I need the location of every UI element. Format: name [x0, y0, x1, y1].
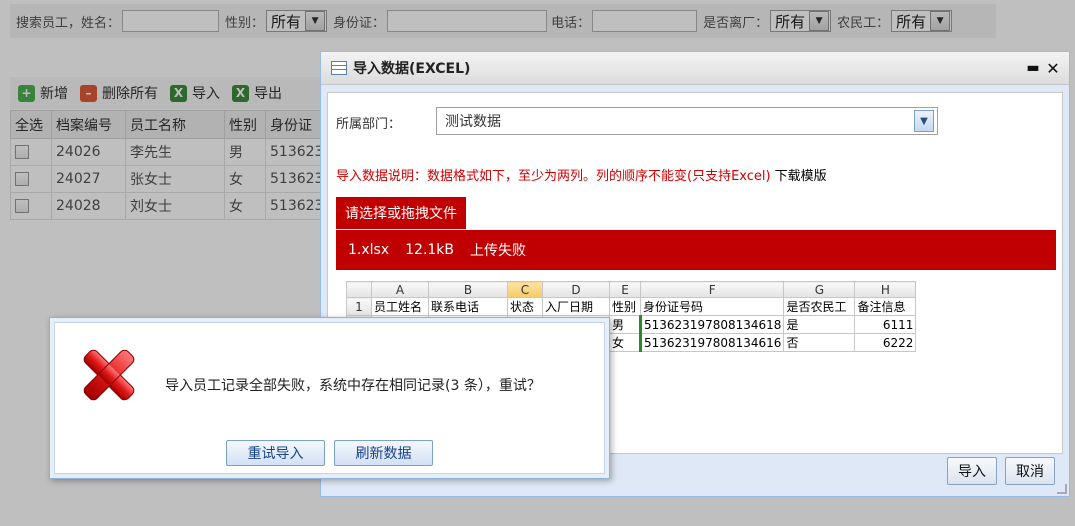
resize-handle[interactable] [1057, 484, 1067, 494]
table-icon [331, 61, 347, 75]
spreadsheet-row: 1 员工姓名 联系电话 状态 入厂日期 性别 身份证号码 是否农民工 备注信息 [346, 297, 917, 316]
dept-select[interactable]: 测试数据 ▼ [436, 107, 938, 135]
pick-file-button[interactable]: 请选择或拖拽文件 [336, 197, 466, 229]
upload-status-bar: 1.xlsx 12.1kB 上传失败 [336, 230, 1056, 270]
spreadsheet-cell: 513623197808134618 [638, 315, 785, 334]
import-notice-text: 导入数据说明：数据格式如下，至少为两列。列的顺序不能变(只支持Excel) [336, 169, 771, 184]
spreadsheet-cell: 身份证号码 [639, 297, 785, 316]
spreadsheet-col-letter: H [854, 281, 917, 298]
close-icon[interactable]: ✕ [1043, 59, 1063, 78]
spreadsheet-row-number: 1 [346, 297, 372, 316]
error-icon [83, 349, 135, 401]
spreadsheet-col-letter: F [639, 281, 785, 298]
spreadsheet-cell: 女 [609, 333, 641, 352]
dept-label: 所属部门： [336, 117, 402, 132]
spreadsheet-cell: 状态 [507, 297, 543, 316]
chevron-down-icon: ▼ [914, 110, 934, 132]
spreadsheet-col-letter: C [507, 281, 543, 298]
upload-file-size: 12.1kB [405, 242, 455, 258]
spreadsheet-cell: 是否农民工 [783, 297, 856, 316]
import-confirm-button[interactable]: 导入 [947, 457, 997, 485]
spreadsheet-cell: 6222 [854, 333, 917, 352]
import-window-title: 导入数据(EXCEL) [353, 61, 471, 77]
error-dialog: 导入员工记录全部失败，系统中存在相同记录(3 条），重试？ 重试导入 刷新数据 [49, 317, 610, 479]
error-message: 导入员工记录全部失败，系统中存在相同记录(3 条），重试？ [165, 378, 541, 394]
cancel-button[interactable]: 取消 [1005, 457, 1055, 485]
spreadsheet-cell: 员工姓名 [371, 297, 429, 316]
maximize-icon[interactable]: ▬ [1023, 60, 1043, 76]
spreadsheet-cell: 备注信息 [854, 297, 917, 316]
download-template-link[interactable]: 下载模版 [775, 169, 827, 184]
spreadsheet-cell: 是 [783, 315, 856, 334]
import-notice: 导入数据说明：数据格式如下，至少为两列。列的顺序不能变(只支持Excel) 下载模… [336, 165, 827, 184]
spreadsheet-column-header-row: A B C D E F G H [346, 281, 917, 298]
spreadsheet-cell: 否 [783, 333, 856, 352]
upload-status: 上传失败 [470, 243, 527, 259]
spreadsheet-cell: 6111 [854, 315, 917, 334]
spreadsheet-cell: 性别 [609, 297, 641, 316]
dept-select-value: 测试数据 [445, 114, 501, 130]
spreadsheet-corner [346, 281, 372, 298]
spreadsheet-col-letter: G [783, 281, 856, 298]
retry-import-button[interactable]: 重试导入 [226, 440, 325, 466]
spreadsheet-col-letter: B [428, 281, 508, 298]
spreadsheet-col-letter: E [609, 281, 641, 298]
spreadsheet-cell: 入厂日期 [542, 297, 610, 316]
import-window-header[interactable]: 导入数据(EXCEL) ▬ ✕ [321, 52, 1069, 85]
refresh-data-button[interactable]: 刷新数据 [334, 440, 433, 466]
spreadsheet-cell: 513623197808134616 [638, 333, 785, 352]
spreadsheet-cell: 联系电话 [428, 297, 508, 316]
upload-file-name: 1.xlsx [348, 242, 390, 258]
error-dialog-body: 导入员工记录全部失败，系统中存在相同记录(3 条），重试？ 重试导入 刷新数据 [54, 322, 605, 474]
spreadsheet-col-letter: A [371, 281, 429, 298]
spreadsheet-cell: 男 [609, 315, 641, 334]
spreadsheet-col-letter: D [542, 281, 610, 298]
